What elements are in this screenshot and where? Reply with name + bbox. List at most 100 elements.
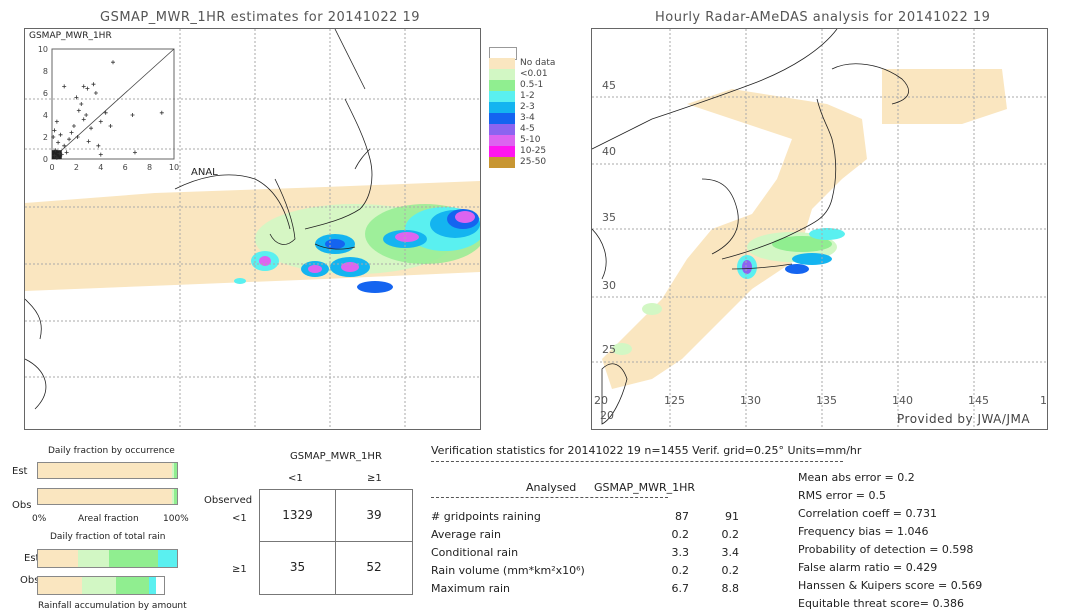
occurrence-obs-bar (37, 488, 178, 505)
scatter-plot: 0 2 4 6 8 10 0 2 4 6 8 10 (38, 45, 179, 172)
scatter-point (91, 82, 96, 87)
scatter-point (96, 143, 101, 148)
scatter-point (81, 84, 86, 89)
contingency-table: 1329 39 35 52 (259, 489, 413, 595)
scatter-x-tick: 10 (169, 163, 179, 172)
right-map: Provided by JWA/JMA 45 40 35 30 25 20 20 125 130… (591, 28, 1048, 430)
scatter-point (108, 124, 113, 128)
bar-segment (173, 463, 177, 478)
stat-label: # gridpoints raining (431, 510, 541, 523)
longitude-label: 20 (594, 394, 608, 407)
longitude-label: 125 (664, 394, 685, 407)
scatter-point (54, 119, 59, 124)
bar-segment (82, 577, 117, 594)
bar-segment (116, 577, 149, 594)
bar-segment (157, 550, 177, 567)
scatter-x-label: ANAL (191, 167, 218, 178)
scatter-point (89, 126, 94, 131)
scatter-point (85, 86, 90, 91)
legend-label: 1-2 (520, 91, 535, 101)
latitude-label: 25 (602, 343, 616, 356)
latitude-label: 30 (602, 279, 616, 292)
stat-analysed-value: 87 (675, 510, 689, 523)
col-analysed: Analysed (526, 481, 577, 494)
stat-analysed-value: 3.3 (671, 546, 690, 559)
bar-segment (38, 489, 173, 504)
legend-label: 5-10 (520, 135, 541, 145)
bar-segment (38, 550, 79, 567)
legend-label: 10-25 (520, 146, 547, 156)
scatter-point (84, 113, 89, 117)
cell-obs-ge1-est-lt1: 35 (289, 560, 306, 574)
left-map-title: GSMAP_MWR_1HR estimates for 20141022 19 (100, 10, 421, 25)
longitude-label: 15 (1040, 394, 1047, 407)
bar-segment (38, 463, 173, 478)
cell-obs-lt1-est-ge1: 39 (366, 508, 382, 522)
longitude-label: 145 (968, 394, 989, 407)
scatter-y-tick: 10 (38, 45, 48, 54)
scatter-point (111, 60, 115, 65)
legend-swatch (489, 69, 515, 80)
contingency-row-axis-label: Observed (204, 495, 253, 506)
scatter-point (98, 119, 103, 124)
stat-analysed-value: 6.7 (671, 582, 690, 595)
scatter-diagonal (51, 48, 175, 160)
scatter-x-tick: 2 (74, 163, 79, 172)
longitude-label: 135 (816, 394, 837, 407)
bar-segment (174, 489, 177, 504)
legend-label: No data (520, 58, 556, 68)
scatter-point (76, 108, 81, 113)
score-item: Probability of detection = 0.598 (798, 543, 974, 556)
scatter-point (67, 137, 72, 142)
legend-label: <0.01 (520, 69, 548, 79)
scatter-y-tick: 8 (43, 67, 48, 76)
scatter-y-tick: 6 (43, 89, 48, 98)
occurrence-tick-0: 0% (32, 514, 47, 524)
right-map-title: Hourly Radar-AMeDAS analysis for 2014102… (655, 10, 991, 25)
scatter-point (81, 117, 86, 122)
scatter-point (79, 102, 84, 106)
legend-swatch (489, 102, 515, 113)
scatter-point (71, 124, 76, 128)
scatter-point (86, 139, 91, 144)
col-estimate: GSMAP_MWR_1HR (594, 481, 696, 494)
scatter-x-tick: 4 (98, 163, 103, 172)
scatter-point (62, 84, 67, 89)
column-divider (431, 497, 668, 498)
scatter-point (130, 113, 135, 117)
contingency-row-header-0: <1 (232, 513, 247, 524)
contingency-col-header-0: <1 (288, 473, 303, 484)
color-legend: No data <0.01 0.5-1 1-2 2-3 3-4 4-5 5-10 10-25 25… (489, 47, 559, 207)
legend-label: 3-4 (520, 113, 535, 123)
score-item: Mean abs error = 0.2 (798, 471, 915, 484)
stat-label: Conditional rain (431, 546, 519, 559)
occurrence-x-label: Areal fraction (78, 514, 139, 524)
longitude-label: 130 (740, 394, 761, 407)
legend-swatch (489, 80, 515, 91)
scatter-point (64, 150, 69, 155)
legend-swatch (489, 91, 515, 102)
stat-label: Rain volume (mm*km²x10⁶) (431, 564, 585, 577)
stat-analysed-value: 0.2 (671, 528, 690, 541)
scatter-y-tick: 2 (43, 133, 48, 142)
stat-estimate-value: 91 (725, 510, 739, 523)
legend-swatch (489, 135, 515, 146)
total-rain-obs-bar (37, 576, 165, 595)
contingency-title: GSMAP_MWR_1HR (290, 451, 382, 462)
score-item: Equitable threat score= 0.386 (798, 597, 964, 610)
stat-estimate-value: 0.2 (721, 528, 740, 541)
latitude-label: 35 (602, 211, 616, 224)
scatter-x-tick: 0 (49, 163, 54, 172)
scatter-point (52, 128, 57, 133)
header-divider (431, 461, 843, 462)
occurrence-est-bar (37, 462, 178, 479)
legend-swatch (489, 124, 515, 135)
latitude-label: 20 (600, 409, 614, 422)
scatter-point (74, 95, 79, 100)
cell-obs-ge1-est-ge1: 52 (366, 560, 382, 574)
stat-estimate-value: 0.2 (721, 564, 740, 577)
scatter-point (75, 135, 80, 139)
data-credit: Provided by JWA/JMA (897, 412, 1031, 426)
score-item: RMS error = 0.5 (798, 489, 886, 502)
cell-obs-lt1-est-lt1: 1329 (282, 508, 313, 522)
